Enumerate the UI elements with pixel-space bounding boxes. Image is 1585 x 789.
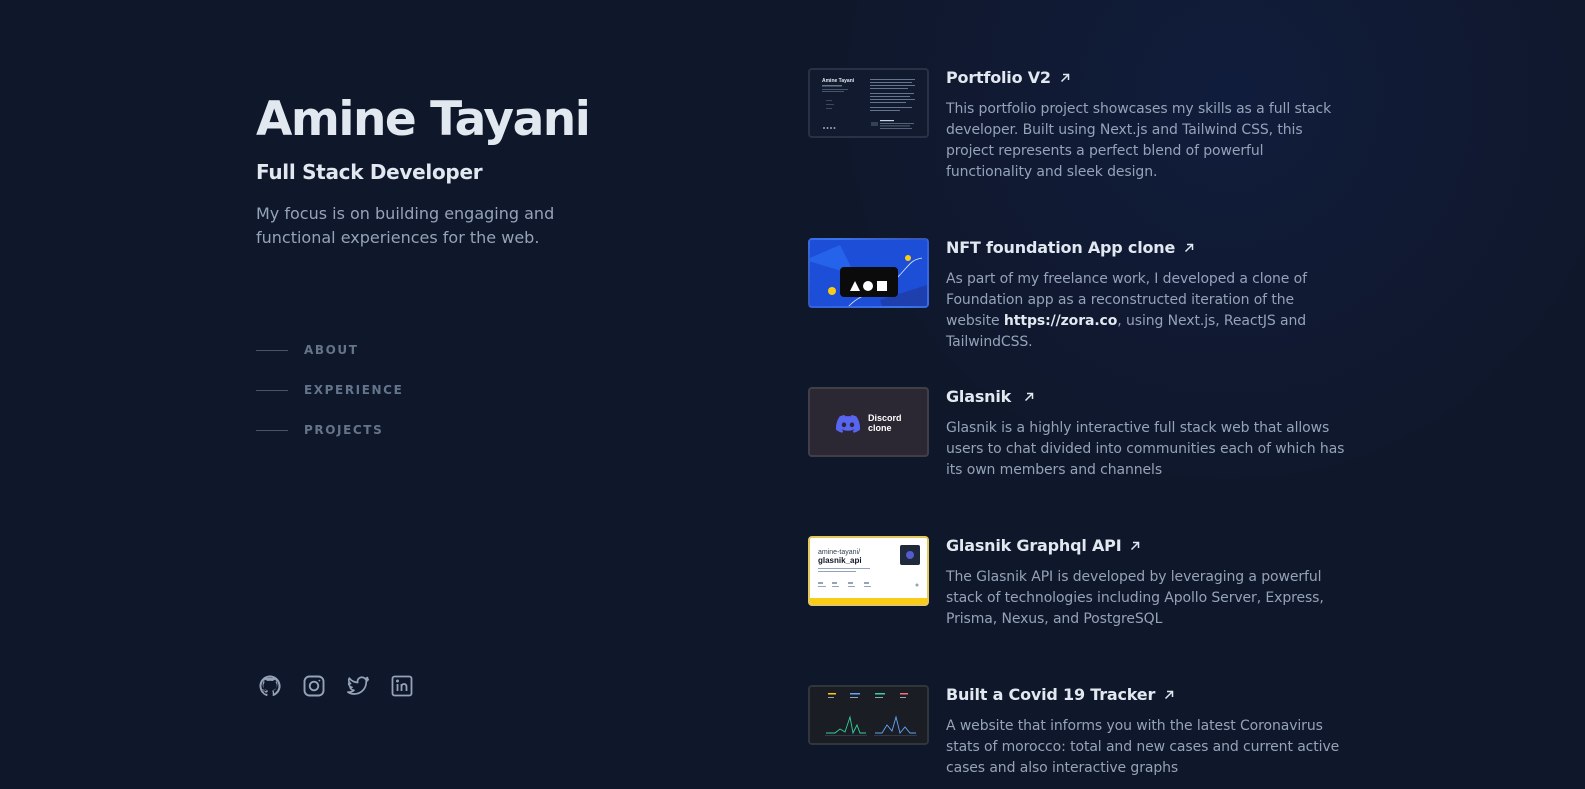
external-link-arrow-icon bbox=[1163, 689, 1175, 701]
project-description: As part of my freelance work, I develope… bbox=[946, 269, 1346, 353]
project-card[interactable]: NFT foundation App clone As part of my f… bbox=[808, 238, 1346, 353]
external-link-arrow-icon bbox=[1023, 391, 1035, 403]
project-thumbnail-nft bbox=[808, 238, 929, 308]
project-title: Glasnik Graphql API bbox=[946, 536, 1122, 555]
project-title-link[interactable]: Glasnik Graphql API bbox=[946, 536, 1141, 556]
github-icon[interactable] bbox=[258, 674, 282, 698]
social-links bbox=[258, 674, 414, 698]
project-title-link[interactable]: Portfolio V2 bbox=[946, 68, 1071, 88]
covid-tracker-preview-image bbox=[810, 687, 927, 743]
external-link-arrow-icon bbox=[1183, 242, 1195, 254]
section-nav: ABOUT EXPERIENCE PROJECTS bbox=[256, 330, 403, 450]
discord-clone-preview-image: Discord clone bbox=[836, 413, 902, 433]
project-thumbnail-covid bbox=[808, 685, 929, 745]
preview-label: glasnik_api bbox=[818, 556, 862, 565]
project-content: Built a Covid 19 Tracker A website that … bbox=[946, 685, 1346, 779]
nav-item-projects[interactable]: PROJECTS bbox=[256, 410, 403, 450]
github-repo-preview-image: amine-tayani/ glasnik_api bbox=[810, 538, 927, 604]
preview-label: clone bbox=[868, 423, 892, 433]
project-thumbnail-portfolio: Amine Tayani bbox=[808, 68, 929, 138]
profile-tagline: My focus is on building engaging and fun… bbox=[256, 204, 555, 247]
project-title-link[interactable]: Glasnik bbox=[946, 387, 1035, 407]
nav-label-projects: PROJECTS bbox=[304, 423, 384, 437]
project-card[interactable]: Discord clone Glasnik Glasnik is a highl… bbox=[808, 387, 1346, 481]
project-thumbnail-glasnik-api: amine-tayani/ glasnik_api bbox=[808, 536, 929, 606]
project-description: The Glasnik API is developed by leveragi… bbox=[946, 569, 1324, 627]
project-title: Glasnik bbox=[946, 387, 1012, 406]
nav-indicator-line bbox=[256, 389, 288, 391]
portfolio-preview-image: Amine Tayani bbox=[822, 78, 915, 129]
project-description: Glasnik is a highly interactive full sta… bbox=[946, 420, 1345, 478]
project-content: Glasnik Graphql API The Glasnik API is d… bbox=[946, 536, 1346, 630]
external-link-arrow-icon bbox=[1129, 540, 1141, 552]
project-title-link[interactable]: Built a Covid 19 Tracker bbox=[946, 685, 1175, 705]
project-card[interactable]: Amine Tayani Portfolio V2 This portfolio… bbox=[808, 68, 1346, 183]
preview-heading: Amine Tayani bbox=[822, 78, 855, 84]
preview-label: Discord bbox=[868, 413, 902, 423]
project-content: Portfolio V2 This portfolio project show… bbox=[946, 68, 1346, 183]
project-description: This portfolio project showcases my skil… bbox=[946, 101, 1332, 180]
project-title-link[interactable]: NFT foundation App clone bbox=[946, 238, 1195, 258]
project-description: A website that informs you with the late… bbox=[946, 718, 1340, 776]
nav-item-about[interactable]: ABOUT bbox=[256, 330, 403, 370]
project-content: NFT foundation App clone As part of my f… bbox=[946, 238, 1346, 353]
nav-label-about: ABOUT bbox=[304, 343, 359, 357]
project-title: NFT foundation App clone bbox=[946, 238, 1176, 257]
profile-name: Amine Tayani bbox=[256, 92, 591, 147]
nav-indicator-line bbox=[256, 429, 288, 431]
instagram-icon[interactable] bbox=[302, 674, 326, 698]
nav-item-experience[interactable]: EXPERIENCE bbox=[256, 370, 403, 410]
profile-role: Full Stack Developer bbox=[256, 160, 483, 184]
external-link-arrow-icon bbox=[1059, 72, 1071, 84]
preview-label: amine-tayani/ bbox=[818, 549, 860, 556]
project-title: Built a Covid 19 Tracker bbox=[946, 685, 1156, 704]
project-content: Glasnik Glasnik is a highly interactive … bbox=[946, 387, 1346, 481]
project-card[interactable]: Built a Covid 19 Tracker A website that … bbox=[808, 685, 1346, 779]
nav-label-experience: EXPERIENCE bbox=[304, 383, 404, 397]
twitter-icon[interactable] bbox=[346, 674, 370, 698]
profile-header: Amine Tayani Full Stack Developer My foc… bbox=[256, 88, 676, 250]
project-title: Portfolio V2 bbox=[946, 68, 1051, 87]
project-thumbnail-glasnik: Discord clone bbox=[808, 387, 929, 457]
project-card[interactable]: amine-tayani/ glasnik_api Glasnik Graphq… bbox=[808, 536, 1346, 630]
nft-preview-image bbox=[810, 240, 927, 306]
linkedin-icon[interactable] bbox=[390, 674, 414, 698]
zora-link[interactable]: https://zora.co bbox=[1004, 313, 1117, 329]
nav-indicator-line bbox=[256, 349, 288, 351]
